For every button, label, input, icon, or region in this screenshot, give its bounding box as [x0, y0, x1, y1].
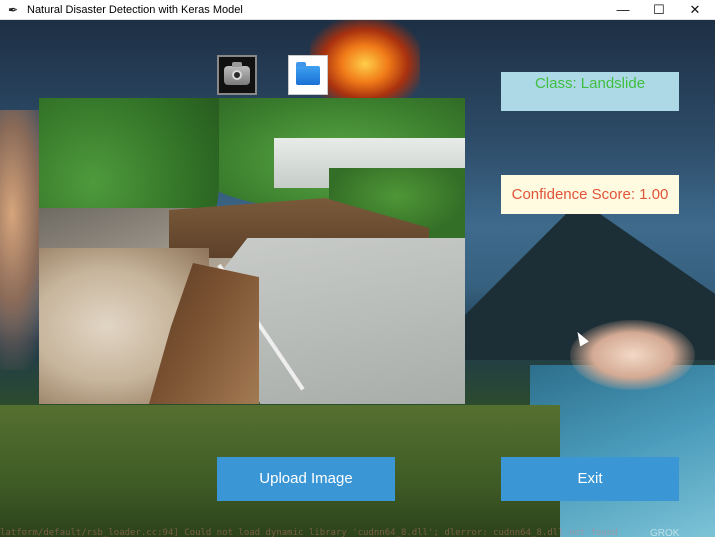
- image-preview: [39, 98, 465, 404]
- open-folder-button[interactable]: [288, 55, 328, 95]
- close-button[interactable]: ✕: [677, 0, 713, 20]
- feather-icon: ✒: [7, 3, 19, 17]
- window-title: Natural Disaster Detection with Keras Mo…: [27, 4, 243, 16]
- camera-icon: [224, 61, 250, 85]
- watermark: GROK: [650, 528, 680, 537]
- upload-image-button[interactable]: Upload Image: [217, 457, 395, 501]
- camera-button[interactable]: [217, 55, 257, 95]
- maximize-button[interactable]: ☐: [641, 0, 677, 20]
- minimize-button[interactable]: —: [605, 0, 641, 20]
- class-label: Class: Landslide: [501, 72, 679, 111]
- window-titlebar: ✒ Natural Disaster Detection with Keras …: [0, 0, 715, 20]
- exit-button[interactable]: Exit: [501, 457, 679, 501]
- confidence-label: Confidence Score: 1.00: [501, 175, 679, 214]
- camera-lens: [232, 69, 242, 80]
- background-smoke-plume: [570, 320, 695, 390]
- background-terminal-text: latform/default/rsb_loader.cc:94] Could …: [0, 528, 618, 537]
- folder-icon: [296, 61, 320, 85]
